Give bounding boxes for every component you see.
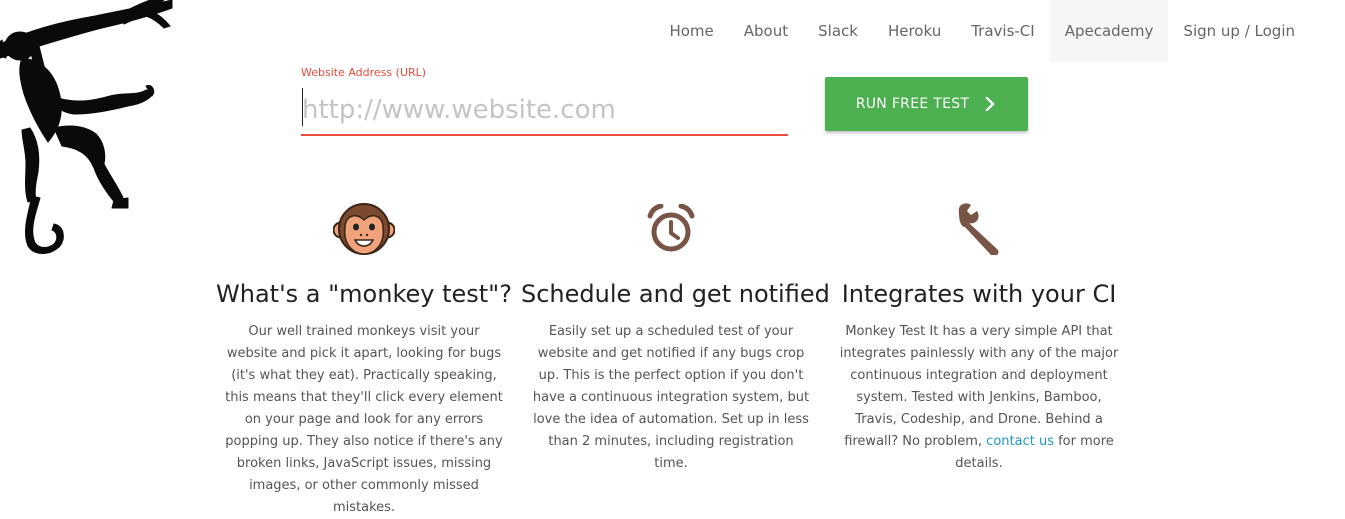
nav-item-apecademy[interactable]: Apecademy: [1049, 0, 1169, 62]
feature-description: Easily set up a scheduled test of your w…: [532, 324, 810, 471]
feature-title: What's a "monkey test"?: [216, 280, 512, 308]
chevron-right-icon: [985, 97, 997, 111]
feature-description-part: Monkey Test It has a very simple API tha…: [839, 324, 1119, 449]
monkey-logo[interactable]: [0, 0, 175, 262]
feature-title: Schedule and get notified: [521, 280, 830, 308]
url-input[interactable]: [301, 86, 788, 136]
url-field: Website Address (URL): [301, 64, 788, 140]
feature-schedule: Schedule and get notified Easily set up …: [521, 196, 830, 475]
feature-monkey-test: What's a "monkey test"? Our well trained…: [214, 196, 514, 519]
monkey-silhouette-icon: [0, 0, 173, 254]
feature-title: Integrates with your CI: [841, 280, 1117, 308]
feature-ci-integration: Integrates with your CI Monkey Test It h…: [829, 196, 1129, 475]
monkey-face-icon: [214, 196, 514, 262]
nav-item-heroku[interactable]: Heroku: [873, 0, 956, 62]
contact-us-link[interactable]: contact us: [986, 434, 1054, 449]
wrench-icon: [829, 196, 1129, 262]
nav-item-home[interactable]: Home: [654, 0, 728, 62]
alarm-clock-icon: [521, 196, 821, 262]
run-free-test-label: RUN FREE TEST: [855, 96, 970, 112]
nav-item-signup-login[interactable]: Sign up / Login: [1168, 0, 1310, 62]
run-free-test-button[interactable]: RUN FREE TEST: [825, 77, 1028, 131]
text-cursor: [302, 88, 303, 126]
feature-description: Monkey Test It has a very simple API tha…: [838, 321, 1120, 475]
url-field-label: Website Address (URL): [301, 66, 427, 79]
nav-item-about[interactable]: About: [729, 0, 803, 62]
nav-item-slack[interactable]: Slack: [803, 0, 873, 62]
nav-item-travis-ci[interactable]: Travis-CI: [956, 0, 1050, 62]
top-nav: Home About Slack Heroku Travis-CI Apecad…: [654, 0, 1310, 62]
feature-description: Our well trained monkeys visit your webs…: [225, 324, 503, 515]
